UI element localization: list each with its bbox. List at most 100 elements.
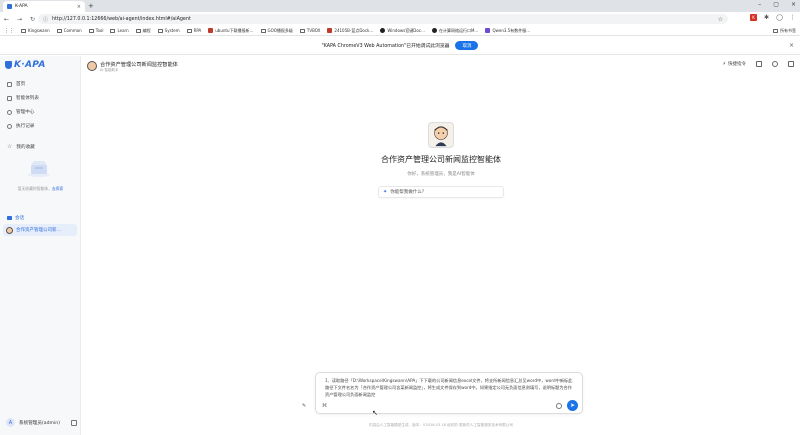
mouse-cursor-icon: ↖: [372, 409, 378, 417]
github-icon: [431, 28, 437, 33]
address-bar[interactable]: ⓘ http://127.0.0.1:12666/web/ai-agent/in…: [38, 14, 728, 24]
header-title: 合作资产管理公司新闻监控智能体: [100, 62, 178, 68]
bookmark-5[interactable]: System: [157, 28, 180, 33]
bookmark-4[interactable]: 编程: [135, 28, 151, 34]
folder-icon: [56, 28, 62, 33]
bookmark-12[interactable]: 在计算网络运行口M…: [431, 28, 478, 34]
debug-infobar: "KAPA ChromeV3 Web Automation"已开始调试此浏览器 …: [0, 37, 800, 55]
explore-link[interactable]: 去探索: [52, 186, 63, 191]
github-icon: [380, 28, 386, 33]
url-text: http://127.0.0.1:12666/web/ai-agent/inde…: [52, 16, 191, 22]
empty-box-icon: [28, 161, 50, 177]
user-profile[interactable]: A 系统管理员(admin): [6, 418, 60, 427]
folder-icon: [21, 28, 26, 33]
collapse-sidebar-icon[interactable]: [71, 420, 77, 426]
clock-icon: [7, 123, 12, 129]
bookmark-10[interactable]: 24105B-蓝点Dock…: [327, 28, 373, 34]
suggestion-chip[interactable]: ✦ 你能帮我做什么？: [378, 186, 504, 198]
empty-favorites-text: 暂无收藏的智能体，去探索: [17, 186, 64, 191]
site-info-icon[interactable]: ⓘ: [43, 16, 48, 23]
window-controls: – ▢ ×: [758, 1, 796, 8]
bookmark-11[interactable]: Windows官键Doc…: [380, 28, 425, 34]
panel-icon[interactable]: [756, 61, 762, 67]
puzzle-icon[interactable]: ✱: [763, 14, 770, 21]
agent-title: 合作资产管理公司新闻监控智能体: [381, 155, 501, 164]
infobar-cancel-button[interactable]: 取消: [455, 41, 479, 50]
folder-icon: [260, 28, 266, 33]
sidebar-item-favorites[interactable]: ☆ 我的收藏: [7, 143, 35, 150]
infobar-close-icon[interactable]: ×: [789, 42, 794, 49]
quick-command-button[interactable]: ⚡ 快捷指令: [722, 61, 746, 67]
bookmark-2[interactable]: Tool: [88, 28, 103, 33]
bookmarks-bar: ⋮⋮ Kingswann Common Tool Learn 编程 System…: [0, 26, 800, 36]
footer-disclaimer: 内容由人工智能模型生成，版本：V2026.03.18 经初的 更新的人工智能服务…: [369, 423, 513, 427]
lightning-icon: ⚡: [722, 61, 726, 67]
tab-title: K-APA: [15, 4, 28, 9]
toolbar-extensions: K ✱ ◯ ⋮: [750, 14, 796, 21]
back-icon[interactable]: ←: [3, 16, 10, 23]
folder-icon: [135, 28, 141, 33]
bookmark-13[interactable]: Qwen3.5有数件服…: [485, 28, 530, 34]
browser-tab-bar: K-APA × + – ▢ ×: [0, 0, 800, 12]
home-icon: [7, 81, 12, 87]
attachment-icon[interactable]: ⌘: [322, 403, 328, 409]
header-actions: ⚡ 快捷指令: [722, 61, 794, 67]
sidebar-agent-item[interactable]: 合作资产管理公司新…: [3, 224, 77, 236]
manage-icon: [7, 109, 12, 115]
site-favicon-icon: [208, 28, 214, 33]
bookmark-7[interactable]: ubuntu下载播报新…: [208, 28, 254, 34]
agent-avatar-large: [428, 122, 454, 148]
folder-icon: [299, 28, 305, 33]
bookmark-6[interactable]: RPA: [186, 28, 201, 33]
close-window-icon[interactable]: ×: [791, 1, 796, 8]
chat-input-box[interactable]: 1、读取路径「D:\Workspace\Kingswann\APA」下下载的公司…: [315, 372, 583, 414]
sidebar: K·APA 首页 智能体列表 管理中心 执行记录 ☆ 我的收藏 暂无收藏的智能体…: [0, 56, 81, 435]
forward-icon[interactable]: →: [16, 16, 23, 23]
user-avatar: A: [6, 418, 15, 427]
maximize-icon[interactable]: ▢: [773, 1, 779, 8]
user-name: 系统管理员(admin): [19, 420, 60, 426]
app-logo[interactable]: K·APA: [5, 60, 46, 70]
monitor-icon[interactable]: [788, 61, 794, 67]
bookmark-3[interactable]: Learn: [110, 28, 129, 33]
folder-icon: [88, 28, 94, 33]
chat-input-text[interactable]: 1、读取路径「D:\Workspace\Kingswann\APA」下下载的公司…: [325, 378, 575, 398]
logo-shield-icon: [5, 61, 12, 69]
sidebar-item-manage[interactable]: 管理中心: [7, 109, 34, 115]
menu-kebab-icon[interactable]: ⋮: [789, 14, 796, 21]
reload-icon[interactable]: ↻: [29, 16, 36, 23]
voice-icon[interactable]: [556, 403, 562, 409]
sidebar-item-home[interactable]: 首页: [7, 81, 25, 87]
bookmark-1[interactable]: Common: [56, 28, 82, 33]
star-icon: ☆: [7, 143, 13, 150]
folder-icon: [186, 28, 192, 33]
sidebar-item-agents[interactable]: 智能体列表: [7, 95, 39, 101]
agent-avatar: [6, 226, 13, 234]
bookmark-star-icon[interactable]: ☆: [718, 16, 723, 23]
header-subtitle: AI 智能助手: [100, 68, 119, 72]
apps-icon[interactable]: ⋮⋮: [4, 28, 14, 34]
all-bookmarks[interactable]: 所有书签: [773, 26, 796, 36]
close-tab-icon[interactable]: ×: [77, 4, 81, 10]
extension-icon[interactable]: K: [750, 14, 757, 21]
profile-icon[interactable]: ◯: [776, 14, 783, 21]
rocket-icon: ✦: [383, 189, 388, 195]
new-tab-icon[interactable]: +: [88, 2, 94, 10]
site-favicon-icon: [485, 28, 491, 33]
browser-tab[interactable]: K-APA ×: [3, 1, 85, 12]
grid-icon: [7, 95, 12, 101]
folder-icon: [773, 29, 778, 33]
sidebar-item-records[interactable]: 执行记录: [7, 123, 34, 129]
send-button[interactable]: ➤: [567, 400, 578, 411]
agent-greeting: 你好，系统管理员，我是AI智能体: [407, 172, 475, 177]
bookmark-8[interactable]: GOO播报多级: [260, 28, 293, 34]
clear-brush-icon[interactable]: ✎: [302, 403, 308, 409]
infobar-text: "KAPA ChromeV3 Web Automation"已开始调试此浏览器: [321, 44, 450, 49]
minimize-icon[interactable]: –: [758, 1, 761, 8]
folder-icon: [157, 28, 163, 33]
bookmark-9[interactable]: TVBOX: [299, 28, 320, 33]
settings-icon[interactable]: [772, 61, 778, 67]
site-favicon-icon: [327, 28, 333, 33]
bookmark-0[interactable]: Kingswann: [21, 28, 50, 33]
sessions-section-label: 会话: [7, 215, 24, 221]
